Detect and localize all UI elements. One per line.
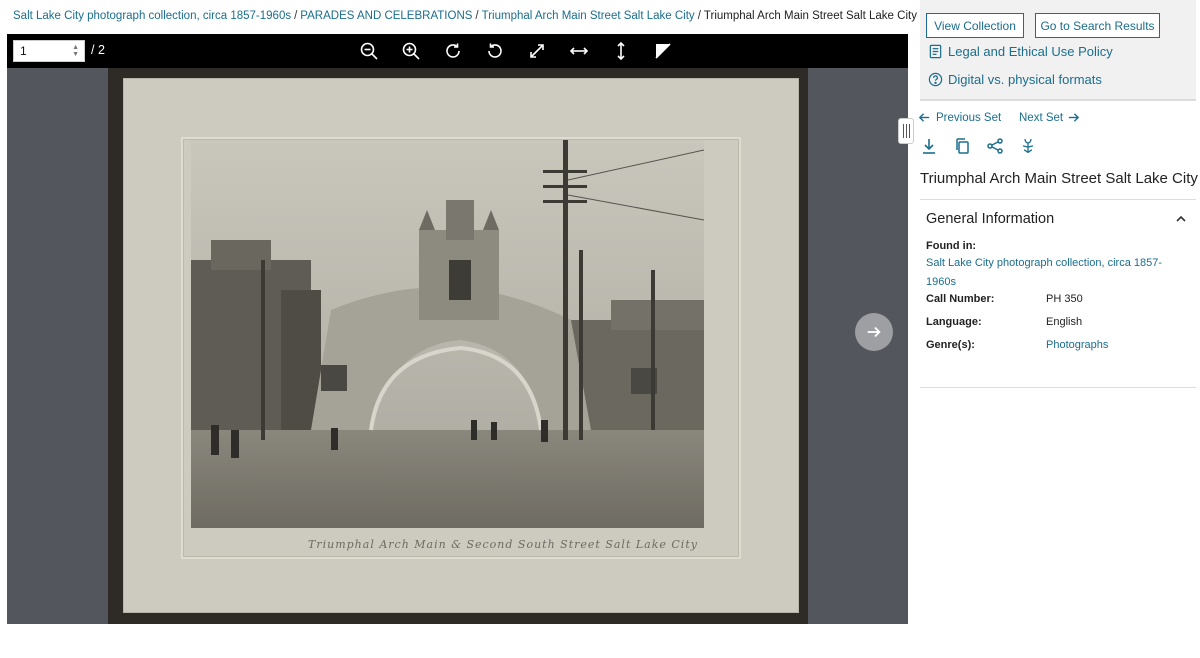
scanned-image: Triumphal Arch Main & Second South Stree… bbox=[108, 68, 808, 624]
genre-link[interactable]: Photographs bbox=[1046, 339, 1108, 351]
previous-set-label: Previous Set bbox=[936, 111, 1002, 124]
genre-label: Genre(s): bbox=[926, 339, 975, 351]
breadcrumb-parades-link[interactable]: PARADES AND CELEBRATIONS bbox=[300, 10, 472, 22]
view-collection-button[interactable]: View Collection bbox=[926, 13, 1024, 38]
breadcrumb-item-set-link[interactable]: Triumphal Arch Main Street Salt Lake Cit… bbox=[482, 10, 695, 22]
chevron-up-icon[interactable] bbox=[1174, 212, 1188, 226]
share-icon[interactable] bbox=[986, 137, 1004, 155]
fit-width-icon[interactable] bbox=[569, 41, 589, 61]
help-icon bbox=[928, 72, 943, 87]
previous-set-link[interactable]: Previous Set bbox=[918, 111, 1001, 124]
breadcrumb-separator: / bbox=[697, 10, 701, 22]
download-icon[interactable] bbox=[920, 137, 938, 155]
language-value: English bbox=[1046, 316, 1083, 328]
page-stepper-icon[interactable]: ▲ ▼ bbox=[72, 44, 79, 58]
document-icon bbox=[929, 44, 942, 59]
formats-label: Digital vs. physical formats bbox=[948, 72, 1102, 87]
panel-resize-handle[interactable] bbox=[898, 118, 914, 144]
section-divider bbox=[920, 199, 1196, 200]
fit-height-icon[interactable] bbox=[611, 41, 631, 61]
fullscreen-icon[interactable] bbox=[527, 41, 547, 61]
arrow-left-icon bbox=[918, 113, 930, 122]
call-number-label: Call Number: bbox=[926, 293, 995, 305]
language-label: Language: bbox=[926, 316, 982, 328]
item-title: Triumphal Arch Main Street Salt Lake Cit… bbox=[920, 170, 1198, 187]
general-info-heading[interactable]: General Information bbox=[926, 211, 1054, 227]
page-total: / 2 bbox=[91, 43, 105, 57]
legal-policy-label: Legal and Ethical Use Policy bbox=[948, 44, 1113, 59]
rotate-left-icon[interactable] bbox=[485, 41, 505, 61]
rotate-right-icon[interactable] bbox=[443, 41, 463, 61]
next-set-label: Next Set bbox=[1019, 111, 1064, 124]
historic-photograph bbox=[191, 140, 704, 528]
found-in-link[interactable]: Salt Lake City photograph collection, ci… bbox=[926, 254, 1166, 292]
call-number-value: PH 350 bbox=[1046, 293, 1083, 305]
arrow-right-icon bbox=[867, 326, 881, 338]
section-divider bbox=[920, 387, 1196, 388]
viewer-canvas[interactable]: Triumphal Arch Main & Second South Stree… bbox=[7, 68, 908, 624]
page-number-input[interactable]: 1 ▲ ▼ bbox=[13, 40, 85, 62]
breadcrumb-collection-link[interactable]: Salt Lake City photograph collection, ci… bbox=[13, 10, 291, 22]
found-in-label: Found in: bbox=[926, 240, 977, 252]
zoom-out-icon[interactable] bbox=[359, 41, 379, 61]
arrow-right-icon bbox=[1068, 113, 1080, 122]
next-page-button[interactable] bbox=[855, 313, 893, 351]
handwritten-caption: Triumphal Arch Main & Second South Stree… bbox=[308, 538, 698, 551]
image-viewer: 1 ▲ ▼ / 2 Triumphal Arch Main & Second S… bbox=[7, 34, 908, 624]
breadcrumb-separator: / bbox=[294, 10, 298, 22]
next-set-link[interactable]: Next Set bbox=[1019, 111, 1080, 124]
formats-link[interactable]: Digital vs. physical formats bbox=[928, 72, 1102, 87]
zoom-in-icon[interactable] bbox=[401, 41, 421, 61]
breadcrumb: Salt Lake City photograph collection, ci… bbox=[13, 10, 917, 22]
breadcrumb-current: Triumphal Arch Main Street Salt Lake Cit… bbox=[703, 10, 917, 22]
search-results-button[interactable]: Go to Search Results bbox=[1035, 13, 1160, 38]
page-number-value: 1 bbox=[20, 44, 27, 58]
image-adjust-icon[interactable] bbox=[653, 41, 673, 61]
viewer-toolbar: 1 ▲ ▼ / 2 bbox=[7, 34, 908, 68]
legal-policy-link[interactable]: Legal and Ethical Use Policy bbox=[928, 44, 1113, 59]
copy-icon[interactable] bbox=[953, 137, 971, 155]
iiif-icon[interactable] bbox=[1019, 137, 1037, 155]
breadcrumb-separator: / bbox=[475, 10, 479, 22]
panel-header: View Collection Go to Search Results Leg… bbox=[920, 0, 1196, 101]
